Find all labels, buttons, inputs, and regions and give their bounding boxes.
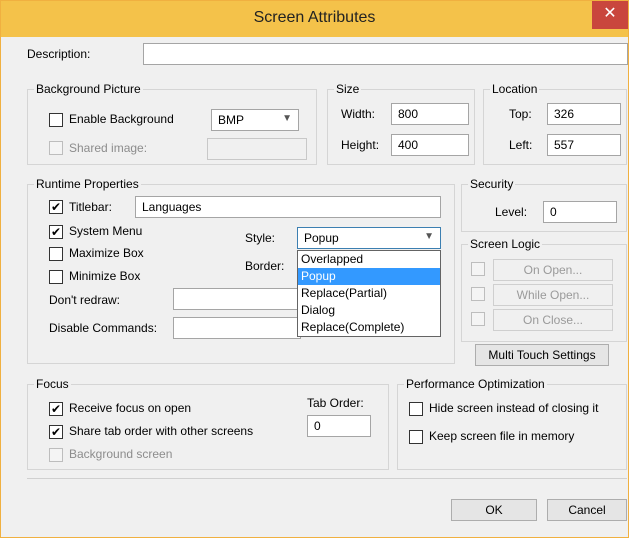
security-level-label: Level: — [495, 205, 528, 219]
top-input[interactable]: 326 — [547, 103, 621, 125]
style-option-replace-partial[interactable]: Replace(Partial) — [298, 285, 440, 302]
description-input[interactable] — [143, 43, 628, 65]
hide-screen-checkbox[interactable] — [409, 402, 423, 416]
window-title: Screen Attributes — [253, 9, 376, 26]
background-screen-checkbox[interactable] — [49, 448, 63, 462]
hide-screen-label: Hide screen instead of closing it — [429, 401, 599, 415]
performance-group: Performance Optimization — [397, 377, 627, 470]
dont-redraw-input[interactable] — [173, 288, 301, 310]
titlebar-label: Titlebar: — [69, 200, 112, 214]
background-format-value: BMP — [218, 113, 245, 127]
focus-title: Focus — [34, 377, 71, 391]
background-picture-title: Background Picture — [34, 82, 143, 96]
shared-image-checkbox[interactable] — [49, 141, 63, 155]
dont-redraw-label: Don't redraw: — [49, 293, 120, 307]
size-title: Size — [334, 82, 362, 96]
on-close-button[interactable]: On Close... — [493, 309, 613, 331]
border-label: Border: — [245, 259, 285, 273]
style-option-popup[interactable]: Popup — [298, 268, 440, 285]
cancel-button[interactable]: Cancel — [547, 499, 627, 521]
style-option-dialog[interactable]: Dialog — [298, 302, 440, 319]
style-option-replace-complete[interactable]: Replace(Complete) — [298, 319, 440, 336]
left-label: Left: — [509, 138, 533, 152]
system-menu-checkbox[interactable]: ✔ — [49, 225, 63, 239]
chevron-down-icon: ▼ — [424, 231, 434, 242]
runtime-properties-title: Runtime Properties — [34, 177, 141, 191]
dialog-body: Description: Background Picture Enable B… — [23, 37, 628, 537]
security-title: Security — [468, 177, 516, 191]
minimize-box-label: Minimize Box — [69, 269, 141, 283]
chevron-down-icon: ▼ — [282, 113, 292, 124]
disable-commands-label: Disable Commands: — [49, 321, 158, 335]
background-format-select[interactable]: BMP ▼ — [211, 109, 299, 131]
location-title: Location — [490, 82, 540, 96]
on-open-button[interactable]: On Open... — [493, 259, 613, 281]
maximize-box-label: Maximize Box — [69, 246, 144, 260]
tab-order-input[interactable]: 0 — [307, 415, 371, 437]
width-input[interactable]: 800 — [391, 103, 469, 125]
background-screen-label: Background screen — [69, 447, 173, 461]
height-label: Height: — [341, 138, 380, 152]
style-option-overlapped[interactable]: Overlapped — [298, 251, 440, 268]
on-open-checkbox[interactable] — [471, 262, 485, 276]
ok-button[interactable]: OK — [451, 499, 537, 521]
multi-touch-settings-button[interactable]: Multi Touch Settings — [475, 344, 609, 366]
style-dropdown-list: Overlapped Popup Replace(Partial) Dialog… — [297, 250, 441, 337]
while-open-checkbox[interactable] — [471, 287, 485, 301]
performance-title: Performance Optimization — [404, 377, 547, 391]
footer-divider — [27, 478, 627, 479]
shared-image-label: Shared image: — [69, 141, 148, 155]
security-level-input[interactable]: 0 — [543, 201, 617, 223]
titlebar-checkbox[interactable]: ✔ — [49, 200, 63, 214]
close-icon: ✕ — [603, 5, 617, 22]
titlebar-input[interactable]: Languages — [135, 196, 441, 218]
tab-order-label: Tab Order: — [307, 396, 364, 410]
description-label: Description: — [27, 47, 91, 61]
top-label: Top: — [509, 107, 532, 121]
enable-background-checkbox[interactable] — [49, 113, 63, 127]
keep-screen-label: Keep screen file in memory — [429, 429, 575, 443]
enable-background-label: Enable Background — [69, 112, 174, 126]
left-input[interactable]: 557 — [547, 134, 621, 156]
style-select-value: Popup — [304, 231, 339, 245]
on-close-checkbox[interactable] — [471, 312, 485, 326]
share-tab-order-checkbox[interactable]: ✔ — [49, 425, 63, 439]
screen-logic-title: Screen Logic — [468, 237, 543, 251]
system-menu-label: System Menu — [69, 224, 143, 238]
receive-focus-label: Receive focus on open — [69, 401, 192, 415]
share-tab-order-label: Share tab order with other screens — [69, 424, 254, 438]
close-button[interactable]: ✕ — [592, 1, 628, 29]
maximize-box-checkbox[interactable] — [49, 247, 63, 261]
style-select[interactable]: Popup ▼ — [297, 227, 441, 249]
receive-focus-checkbox[interactable]: ✔ — [49, 402, 63, 416]
disable-commands-input[interactable] — [173, 317, 301, 339]
height-input[interactable]: 400 — [391, 134, 469, 156]
screen-attributes-dialog: Screen Attributes ✕ Description: Backgro… — [0, 0, 629, 538]
title-bar[interactable]: Screen Attributes ✕ — [1, 1, 628, 37]
keep-screen-checkbox[interactable] — [409, 430, 423, 444]
while-open-button[interactable]: While Open... — [493, 284, 613, 306]
style-label: Style: — [245, 231, 276, 245]
width-label: Width: — [341, 107, 376, 121]
shared-image-input[interactable] — [207, 138, 307, 160]
minimize-box-checkbox[interactable] — [49, 270, 63, 284]
